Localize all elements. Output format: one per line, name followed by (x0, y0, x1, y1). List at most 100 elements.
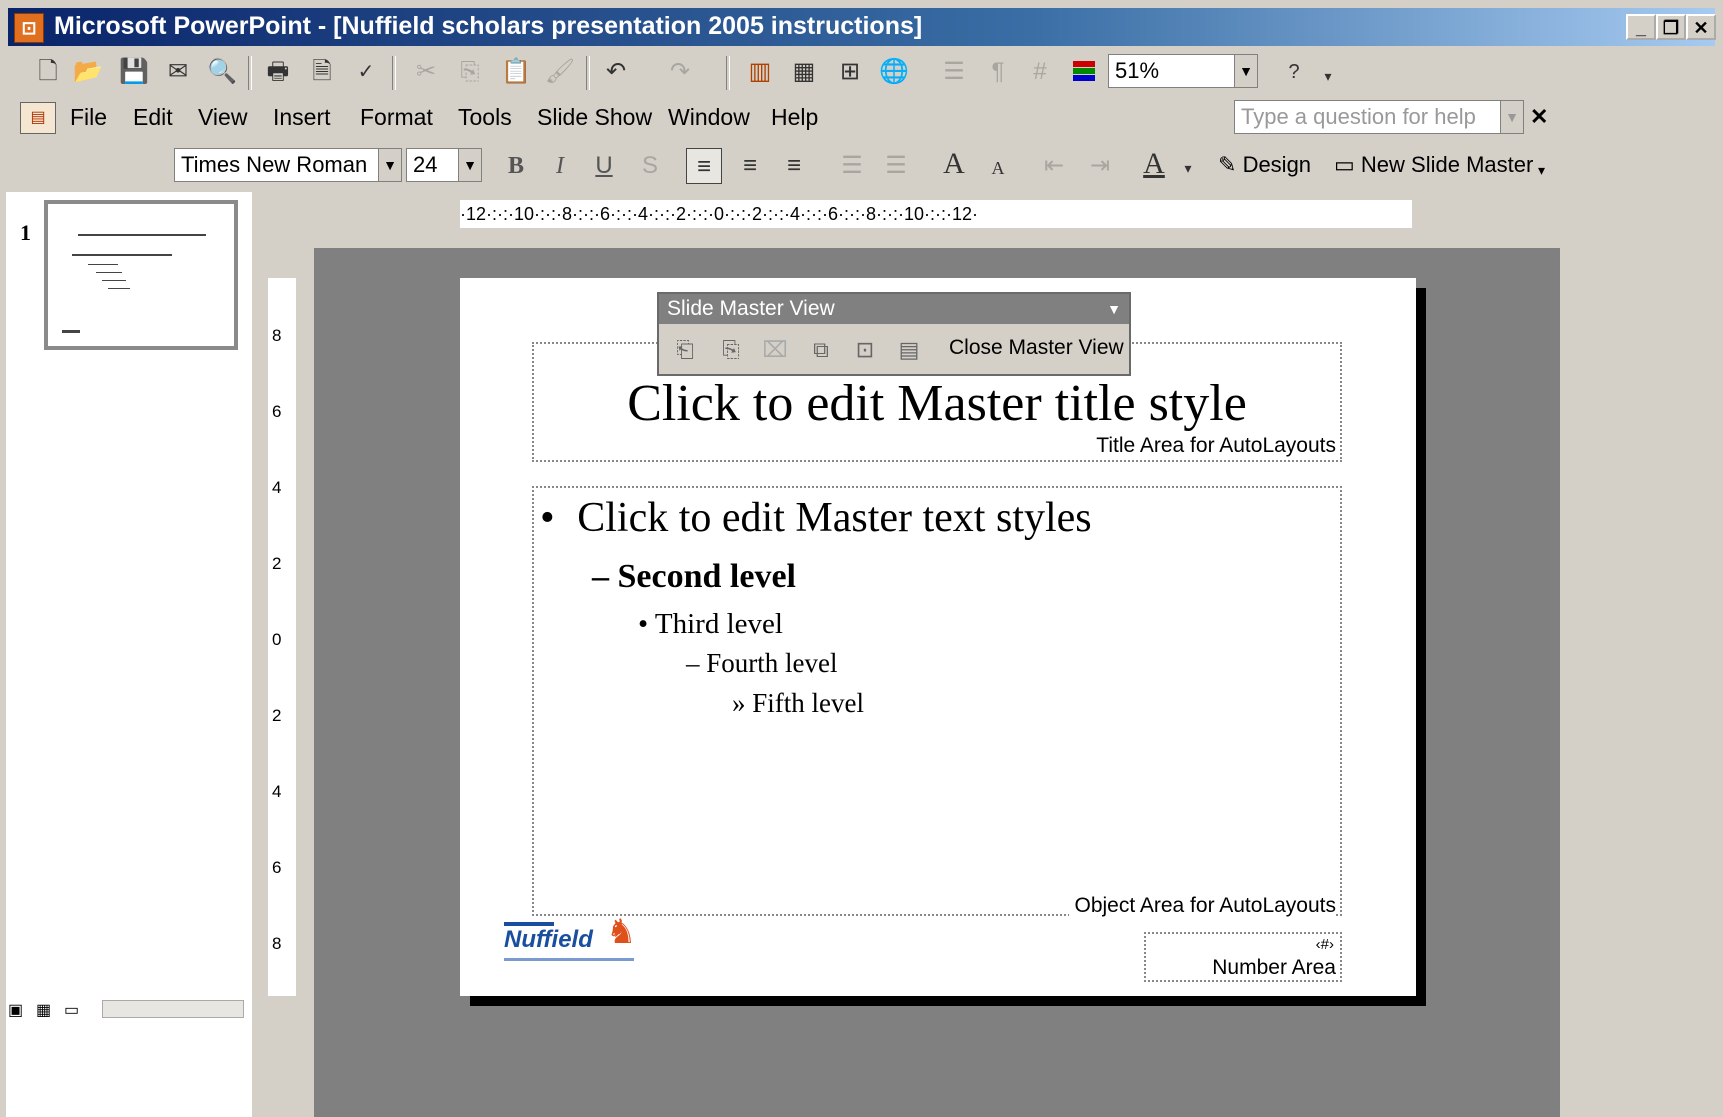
menu-insert[interactable]: Insert (273, 104, 331, 131)
align-left-icon[interactable]: ≡ (686, 148, 722, 184)
slide-sorter-view-icon[interactable]: ▦ (36, 1000, 51, 1020)
master-title-text[interactable]: Click to edit Master title style (534, 374, 1340, 433)
increase-indent-icon[interactable]: ⇥ (1082, 148, 1118, 184)
search-icon[interactable]: 🔍 (204, 54, 240, 90)
fourth-level-item[interactable]: – Fourth level (686, 648, 837, 679)
italic-button[interactable]: I (542, 148, 578, 184)
color-grayscale-icon[interactable] (1066, 54, 1102, 90)
normal-view-icon[interactable]: ▣ (8, 1000, 23, 1020)
close-icon[interactable]: ✕ (1686, 14, 1716, 40)
first-level-text: Click to edit Master text styles (577, 495, 1092, 541)
document-icon[interactable]: ▤ (20, 102, 56, 134)
decrease-font-size-icon[interactable]: A (980, 150, 1016, 186)
new-slide-master-button[interactable]: ▭ New Slide Master (1334, 152, 1533, 178)
slide-thumbnail[interactable] (44, 200, 238, 350)
open-icon[interactable]: 📂 (70, 54, 106, 90)
powerpoint-icon[interactable]: ⊡ (14, 13, 44, 43)
bullets-icon[interactable]: ☰ (878, 148, 914, 184)
permission-icon[interactable]: ✉ (160, 54, 196, 90)
restore-icon[interactable]: ❐ (1656, 14, 1686, 40)
paste-icon[interactable]: 📋 (498, 54, 534, 90)
close-document-icon[interactable]: ✕ (1530, 104, 1548, 130)
dash: – (592, 558, 609, 595)
new-icon[interactable]: 🗋 (30, 54, 66, 90)
ruler-tick: 2 (272, 706, 282, 725)
shadow-icon[interactable]: S (632, 148, 668, 184)
print-preview-icon[interactable]: 🗎 (304, 54, 340, 90)
menu-view[interactable]: View (198, 104, 247, 131)
menu-format[interactable]: Format (360, 104, 433, 131)
delete-master-icon[interactable]: ⌧ (759, 334, 791, 366)
help-search-input[interactable]: Type a question for help ▼ (1234, 100, 1524, 134)
spelling-icon[interactable]: ✓ (348, 54, 384, 90)
chevron-down-icon[interactable]: ▼ (1500, 101, 1523, 133)
align-center-icon[interactable]: ≡ (732, 148, 768, 184)
expand-all-icon[interactable]: ☰ (936, 54, 972, 90)
title-area-label: Title Area for AutoLayouts (1096, 434, 1336, 457)
fourth-level-text: Fourth level (706, 648, 838, 678)
minimize-icon[interactable]: _ (1626, 14, 1656, 40)
insert-chart-icon[interactable]: ▥ (742, 54, 778, 90)
menu-help[interactable]: Help (771, 104, 818, 131)
menu-slide-show[interactable]: Slide Show (537, 104, 652, 131)
chevron-down-icon[interactable]: ▼ (1234, 55, 1257, 87)
first-level-item[interactable]: • Click to edit Master text styles (540, 494, 1092, 542)
menu-window[interactable]: Window (668, 104, 750, 131)
show-grid-icon[interactable]: # (1022, 54, 1058, 90)
slide-master-canvas[interactable]: Click to edit Master title style Title A… (460, 278, 1416, 996)
chevron-down-icon[interactable]: ▼ (378, 149, 401, 181)
save-icon[interactable]: 💾 (116, 54, 152, 90)
third-level-item[interactable]: • Third level (638, 608, 783, 641)
number-symbol: ‹#› (1315, 936, 1334, 953)
design-button[interactable]: ✎ Design (1218, 152, 1311, 178)
horizontal-ruler: ·12·:·:·10·:·:·8·:·:·6·:·:·4·:·:·2·:·:·0… (460, 200, 1412, 228)
undo-icon[interactable]: ↶ (598, 54, 634, 90)
chevron-down-icon[interactable]: ▼ (1107, 294, 1121, 324)
numbering-icon[interactable]: ☰ (834, 148, 870, 184)
decrease-indent-icon[interactable]: ⇤ (1036, 148, 1072, 184)
align-right-icon[interactable]: ≡ (776, 148, 812, 184)
slide-show-view-icon[interactable]: ▭ (64, 1000, 79, 1020)
tables-borders-icon[interactable]: ⊞ (832, 54, 868, 90)
pane-splitter[interactable] (252, 192, 260, 1117)
chevron-down-icon[interactable]: ▾ (1170, 150, 1206, 186)
cut-icon[interactable]: ✂ (408, 54, 444, 90)
menu-tools[interactable]: Tools (458, 104, 512, 131)
bold-button[interactable]: B (498, 148, 534, 184)
body-placeholder[interactable]: • Click to edit Master text styles – Sec… (532, 486, 1342, 918)
zoom-combo[interactable]: 51% ▼ (1108, 54, 1258, 88)
show-formatting-icon[interactable]: ¶ (980, 54, 1016, 90)
chevron-down-icon[interactable]: ▼ (458, 149, 481, 181)
increase-font-size-icon[interactable]: A (936, 146, 972, 182)
horizontal-scrollbar[interactable] (102, 1000, 244, 1018)
number-placeholder[interactable]: ‹#› Number Area (1144, 932, 1342, 982)
font-size-combo[interactable]: 24 ▼ (406, 148, 482, 182)
font-color-icon[interactable]: A (1136, 146, 1172, 182)
toolbar-options-icon[interactable]: ▾ (1310, 58, 1346, 94)
second-level-item[interactable]: – Second level (592, 558, 796, 596)
underline-button[interactable]: U (586, 148, 622, 184)
font-name-combo[interactable]: Times New Roman ▼ (174, 148, 402, 182)
toolbar-title-bar[interactable]: Slide Master View ▼ (659, 294, 1129, 324)
insert-table-icon[interactable]: ▦ (786, 54, 822, 90)
toolbar-options-icon[interactable]: ▾ (1538, 162, 1545, 179)
bullet: • (638, 608, 649, 640)
format-painter-icon[interactable]: 🖌 (542, 54, 578, 90)
font-size-value: 24 (413, 152, 438, 177)
ruler-tick: 4 (272, 478, 282, 497)
help-icon[interactable]: ? (1276, 54, 1312, 90)
redo-icon[interactable]: ↷ (662, 54, 698, 90)
menu-edit[interactable]: Edit (133, 104, 173, 131)
close-master-view-button[interactable]: Close Master View (949, 336, 1124, 360)
rename-master-icon[interactable]: ⊡ (849, 334, 881, 366)
thumbnail-text-line (72, 254, 172, 256)
master-layout-icon[interactable]: ▤ (893, 334, 925, 366)
copy-icon[interactable]: ⎘ (452, 54, 488, 90)
fifth-level-item[interactable]: » Fifth level (732, 688, 864, 719)
insert-new-title-master-icon[interactable]: ⎘ (715, 334, 747, 366)
preserve-master-icon[interactable]: ⧉ (805, 334, 837, 366)
print-icon[interactable]: 🖶 (260, 54, 296, 90)
menu-file[interactable]: File (70, 104, 107, 131)
insert-new-slide-master-icon[interactable]: ⎗ (669, 334, 701, 366)
insert-hyperlink-icon[interactable]: 🌐 (876, 54, 912, 90)
